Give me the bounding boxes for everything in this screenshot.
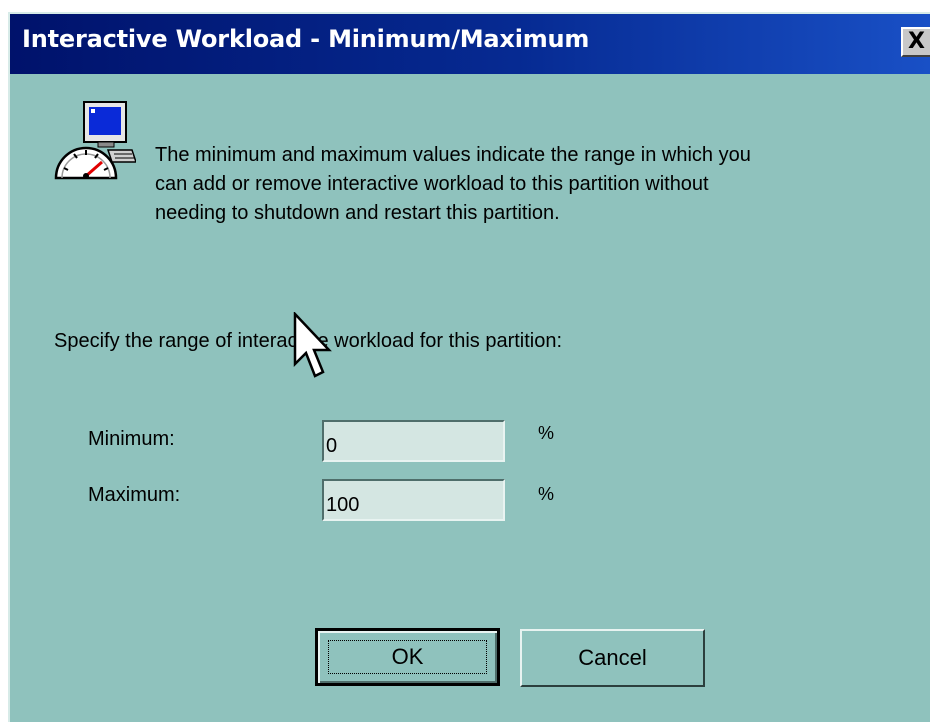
description-text: The minimum and maximum values indicate …	[155, 141, 915, 228]
cancel-button[interactable]: Cancel	[520, 629, 705, 687]
description-line: needing to shutdown and restart this par…	[155, 202, 560, 224]
computer-gauge-icon	[54, 101, 136, 180]
close-button[interactable]: X	[901, 27, 930, 57]
minimum-input[interactable]	[322, 420, 505, 462]
maximum-input[interactable]	[322, 479, 505, 521]
ok-button[interactable]: OK	[315, 628, 500, 686]
maximum-unit: %	[538, 484, 555, 504]
minimum-unit: %	[538, 423, 555, 443]
range-prompt: Specify the range of interactive workloa…	[54, 330, 563, 352]
minimum-label: Minimum:	[88, 428, 175, 450]
focus-rectangle	[328, 640, 487, 674]
maximum-label: Maximum:	[88, 484, 181, 506]
title-bar[interactable]: Interactive Workload - Minimum/Maximum X	[10, 14, 930, 74]
description-line: can add or remove interactive workload t…	[155, 173, 709, 195]
dialog-window: Interactive Workload - Minimum/Maximum X…	[8, 12, 930, 722]
description-line: The minimum and maximum values indicate …	[155, 144, 751, 166]
close-icon: X	[908, 29, 925, 54]
window-title: Interactive Workload - Minimum/Maximum	[22, 25, 590, 53]
cancel-button-label: Cancel	[578, 645, 647, 670]
